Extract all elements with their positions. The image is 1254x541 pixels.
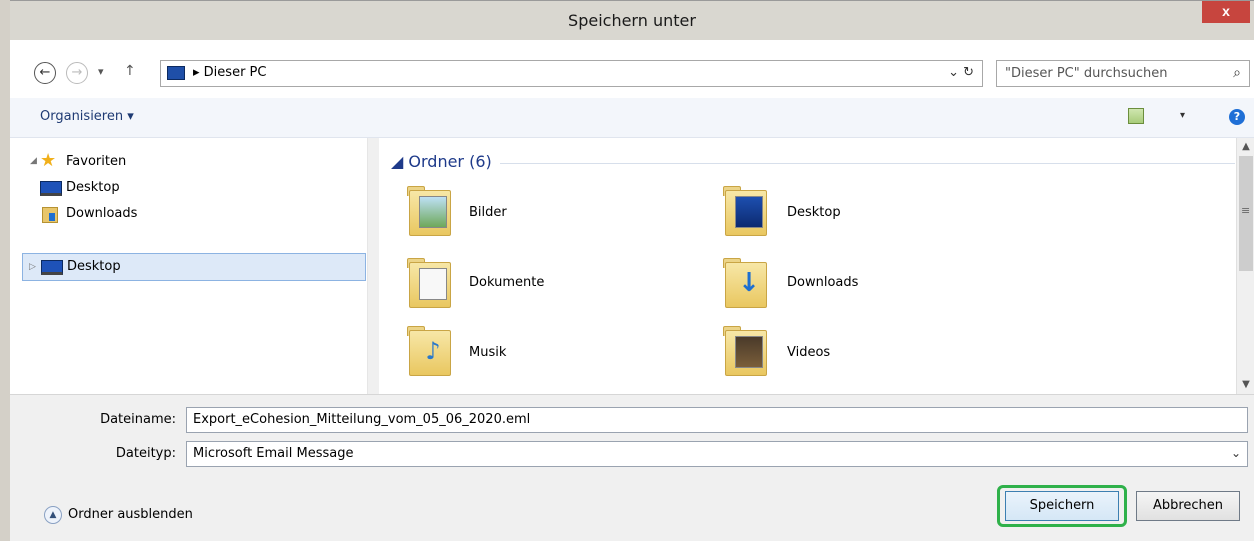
- desktop-folder-icon: [723, 186, 769, 238]
- sidebar-item-label: Favoriten: [66, 154, 127, 169]
- group-header-label: Ordner (6): [408, 152, 492, 171]
- filetype-select[interactable]: Microsoft Email Message ⌄: [186, 441, 1248, 467]
- close-button[interactable]: x: [1202, 1, 1250, 23]
- search-icon[interactable]: ⌕: [1233, 65, 1241, 81]
- folder-name: Desktop: [787, 205, 841, 220]
- search-placeholder: "Dieser PC" durchsuchen: [1005, 66, 1168, 81]
- forward-button[interactable]: →: [66, 62, 88, 84]
- expand-arrow-icon[interactable]: ▷: [29, 262, 36, 272]
- sidebar-tree-desktop-selected[interactable]: ▷ Desktop: [22, 253, 366, 281]
- filename-field[interactable]: Export_eCohesion_Mitteilung_vom_05_06_20…: [186, 407, 1248, 433]
- filename-value: Export_eCohesion_Mitteilung_vom_05_06_20…: [193, 412, 531, 427]
- downloads-icon: [42, 207, 58, 223]
- scroll-down-arrow-icon[interactable]: ▼: [1237, 376, 1254, 394]
- folder-name: Musik: [469, 345, 507, 360]
- help-icon[interactable]: ?: [1229, 109, 1245, 125]
- scroll-up-arrow-icon[interactable]: ▲: [1237, 138, 1254, 156]
- up-button[interactable]: ↑: [124, 63, 136, 79]
- hide-folders-button[interactable]: Ordner ausblenden: [68, 507, 193, 522]
- folder-view: ◢ Ordner (6) Bilder Desktop Dokumente ↓ …: [379, 138, 1236, 394]
- window-title: Speichern unter: [568, 11, 696, 30]
- command-bar: Organisieren ▾ ▾ ?: [10, 98, 1254, 138]
- folder-name: Downloads: [787, 275, 859, 290]
- filename-label: Dateiname:: [100, 412, 176, 427]
- videos-folder-icon: [723, 326, 769, 378]
- back-button[interactable]: ←: [34, 62, 56, 84]
- view-options-dropdown[interactable]: ▾: [1180, 110, 1185, 121]
- group-header[interactable]: ◢ Ordner (6): [391, 152, 492, 171]
- view-options-icon[interactable]: [1128, 108, 1144, 124]
- address-bar[interactable]: ▸ Dieser PC ⌄ ↻: [160, 60, 983, 87]
- chevron-down-icon[interactable]: ⌄: [1231, 446, 1241, 460]
- save-as-dialog: Speichern unter x ← → ▾ ↑ ▸ Dieser PC ⌄ …: [0, 0, 1254, 541]
- sidebar-item-downloads[interactable]: Downloads: [10, 202, 350, 226]
- filetype-value: Microsoft Email Message: [193, 446, 354, 461]
- folder-name: Videos: [787, 345, 831, 360]
- desktop-icon: [41, 260, 63, 275]
- cancel-button[interactable]: Abbrechen: [1136, 491, 1240, 521]
- vertical-scrollbar[interactable]: ▲ ≡ ▼: [1236, 138, 1254, 394]
- sidebar-item-desktop[interactable]: Desktop: [10, 176, 350, 200]
- save-button[interactable]: Speichern: [1005, 491, 1119, 521]
- address-row: ← → ▾ ↑ ▸ Dieser PC ⌄ ↻ "Dieser PC" durc…: [10, 40, 1254, 98]
- breadcrumb[interactable]: ▸ Dieser PC: [193, 65, 266, 80]
- navigation-pane: ◢ ★ Favoriten Desktop Downloads ▷ Deskto…: [10, 138, 368, 394]
- recent-locations-dropdown[interactable]: ▾: [98, 65, 104, 78]
- title-bar: Speichern unter x: [10, 0, 1254, 40]
- filetype-label: Dateityp:: [115, 446, 176, 461]
- group-divider: [500, 163, 1235, 164]
- documents-folder-icon: [407, 258, 453, 310]
- desktop-icon: [40, 181, 62, 196]
- sidebar-item-label: Desktop: [67, 259, 121, 274]
- music-folder-icon: ♪: [407, 326, 453, 378]
- save-options-panel: Dateiname: Export_eCohesion_Mitteilung_v…: [10, 394, 1254, 541]
- sidebar-item-label: Downloads: [66, 206, 138, 221]
- organize-menu[interactable]: Organisieren ▾: [40, 109, 134, 124]
- folder-name: Dokumente: [469, 275, 545, 290]
- star-icon: ★: [40, 150, 57, 171]
- address-refresh-controls[interactable]: ⌄ ↻: [948, 65, 974, 80]
- downloads-folder-icon: ↓: [723, 258, 769, 310]
- sidebar-item-label: Desktop: [66, 180, 120, 195]
- hide-folders-toggle-icon[interactable]: ▲: [44, 506, 62, 524]
- breadcrumb-this-pc[interactable]: Dieser PC: [204, 65, 267, 80]
- search-input[interactable]: "Dieser PC" durchsuchen ⌕: [996, 60, 1250, 87]
- collapse-arrow-icon[interactable]: ◢: [30, 156, 37, 166]
- scrollbar-grip-icon: ≡: [1241, 204, 1251, 217]
- folder-name: Bilder: [469, 205, 507, 220]
- sidebar-item-favorites[interactable]: ◢ ★ Favoriten: [10, 150, 350, 174]
- this-pc-icon: [167, 66, 185, 80]
- pictures-folder-icon: [407, 186, 453, 238]
